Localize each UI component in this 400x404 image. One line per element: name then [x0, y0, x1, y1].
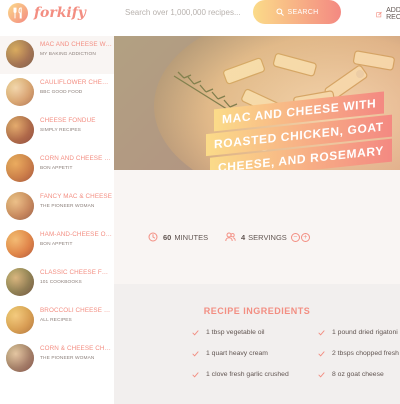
result-title: CHEESE FONDUE	[40, 117, 96, 124]
result-publisher: 101 COOKBOOKS	[40, 280, 82, 285]
result-title: FANCY MAC & CHEESE	[40, 193, 112, 200]
result-title: BROCCOLI CHEESE SOUP	[40, 307, 112, 314]
ingredient-item: 1 clove fresh garlic crushed	[192, 371, 289, 378]
check-icon	[192, 329, 199, 335]
recipe-details: 60 MINUTES 4 SERVINGS − +	[114, 170, 400, 282]
check-icon	[192, 371, 199, 377]
result-publisher: THE PIONEER WOMAN	[40, 204, 95, 209]
result-text: CHEESE FONDUE SIMPLY RECIPES	[40, 114, 112, 134]
add-recipe-button[interactable]: ADD RECIPE	[376, 7, 400, 21]
result-image	[6, 268, 34, 296]
recipe-image: MAC AND CHEESE WITH ROASTED CHICKEN, GOAT…	[114, 36, 400, 170]
clock-icon	[148, 232, 158, 242]
result-text: CLASSIC CHEESE FONDUE 101 COOKBOOKS	[40, 266, 112, 286]
result-text: CORN AND CHEESE PUDDING BON APPETIT	[40, 152, 112, 172]
ingredient-text: 1 tbsp vegetable oil	[206, 329, 265, 336]
result-image	[6, 192, 34, 220]
fork-knife-icon	[8, 3, 28, 23]
ingredient-text: 1 clove fresh garlic crushed	[206, 371, 289, 378]
result-item[interactable]: CORN AND CHEESE PUDDING BON APPETIT	[0, 150, 114, 188]
increase-servings-button[interactable]: +	[300, 232, 310, 242]
result-publisher: MY BAKING ADDICTION	[40, 52, 96, 57]
add-recipe-label: ADD RECIPE	[386, 7, 400, 21]
servings-value: 4	[241, 232, 246, 242]
result-title: CORN AND CHEESE PUDDING	[40, 155, 112, 162]
edit-icon	[376, 11, 382, 17]
search-results: MAC AND CHEESE WITH ROASTED CHICKEN, GOA…	[0, 36, 114, 404]
cooking-time-value: 60	[163, 232, 172, 242]
ingredient-item: 1 tbsp vegetable oil	[192, 329, 265, 336]
result-title: HAM-AND-CHEESE OMELET	[40, 231, 112, 238]
check-icon	[318, 350, 325, 356]
result-item[interactable]: CHEESE FONDUE SIMPLY RECIPES	[0, 112, 114, 150]
result-publisher: THE PIONEER WOMAN	[40, 356, 95, 361]
search-icon	[275, 8, 284, 16]
recipe-view: MAC AND CHEESE WITH ROASTED CHICKEN, GOAT…	[114, 36, 400, 404]
check-icon	[318, 329, 325, 335]
result-text: FANCY MAC & CHEESE THE PIONEER WOMAN	[40, 190, 112, 210]
result-text: MAC AND CHEESE WITH ROASTED CHICKEN, GOA…	[40, 38, 112, 58]
ingredient-text: 2 tbsps chopped fresh rosemary	[332, 350, 400, 357]
logo[interactable]: forkify	[8, 3, 86, 23]
result-publisher: BON APPETIT	[40, 242, 73, 247]
result-item[interactable]: CAULIFLOWER CHEESE BBC GOOD FOOD	[0, 74, 114, 112]
search-button[interactable]: SEARCH	[253, 0, 341, 24]
search-button-label: SEARCH	[287, 8, 319, 16]
result-publisher: SIMPLY RECIPES	[40, 128, 81, 133]
servings-unit: SERVINGS	[248, 232, 287, 242]
ingredient-item: 1 pound dried rigatoni pasta	[318, 329, 400, 336]
check-icon	[192, 350, 199, 356]
ingredient-item: 1 quart heavy cream	[192, 350, 268, 357]
header: forkify SEARCH ADD RECIPE	[0, 0, 400, 30]
result-text: BROCCOLI CHEESE SOUP ALL RECIPES	[40, 304, 112, 324]
result-item[interactable]: HAM-AND-CHEESE OMELET BON APPETIT	[0, 226, 114, 264]
search-form: SEARCH	[113, 0, 341, 24]
cooking-time-unit: MINUTES	[174, 232, 209, 242]
ingredient-text: 8 oz goat cheese	[332, 371, 384, 378]
search-input[interactable]	[113, 7, 253, 17]
result-title: CLASSIC CHEESE FONDUE	[40, 269, 112, 276]
result-title: CAULIFLOWER CHEESE	[40, 79, 112, 86]
servings-stepper: − +	[290, 232, 311, 242]
result-item[interactable]: CORN & CHEESE CHOWDER THE PIONEER WOMAN	[0, 340, 114, 378]
result-publisher: BBC GOOD FOOD	[40, 90, 83, 95]
result-text: HAM-AND-CHEESE OMELET BON APPETIT	[40, 228, 112, 248]
decrease-servings-button[interactable]: −	[290, 232, 300, 242]
result-publisher: BON APPETIT	[40, 166, 73, 171]
result-image	[6, 306, 34, 334]
logo-text: forkify	[34, 5, 86, 21]
recipe-ingredients: RECIPE INGREDIENTS 1 tbsp vegetable oil 1…	[114, 284, 400, 404]
result-image	[6, 116, 34, 144]
ingredient-item: 8 oz goat cheese	[318, 371, 384, 378]
result-item[interactable]: CLASSIC CHEESE FONDUE 101 COOKBOOKS	[0, 264, 114, 302]
result-image	[6, 40, 34, 68]
result-item[interactable]: FANCY MAC & CHEESE THE PIONEER WOMAN	[0, 188, 114, 226]
users-icon	[225, 232, 236, 242]
ingredient-text: 1 quart heavy cream	[206, 350, 268, 357]
result-title: MAC AND CHEESE WITH ROASTED CHICKEN, GOA…	[40, 41, 112, 48]
check-icon	[318, 371, 325, 377]
result-text: CAULIFLOWER CHEESE BBC GOOD FOOD	[40, 76, 112, 96]
cooking-time: 60 MINUTES	[148, 232, 208, 242]
result-item[interactable]: BROCCOLI CHEESE SOUP ALL RECIPES	[0, 302, 114, 340]
result-item[interactable]: MAC AND CHEESE WITH ROASTED CHICKEN, GOA…	[0, 36, 114, 74]
ingredient-item: 2 tbsps chopped fresh rosemary	[318, 350, 400, 357]
servings: 4 SERVINGS − +	[225, 232, 311, 242]
result-image	[6, 154, 34, 182]
result-publisher: ALL RECIPES	[40, 318, 72, 323]
ingredients-heading: RECIPE INGREDIENTS	[203, 306, 311, 316]
result-text: CORN & CHEESE CHOWDER THE PIONEER WOMAN	[40, 342, 112, 362]
result-image	[6, 344, 34, 372]
ingredient-text: 1 pound dried rigatoni pasta	[332, 329, 400, 336]
result-title: CORN & CHEESE CHOWDER	[40, 345, 112, 352]
result-image	[6, 78, 34, 106]
result-image	[6, 230, 34, 258]
